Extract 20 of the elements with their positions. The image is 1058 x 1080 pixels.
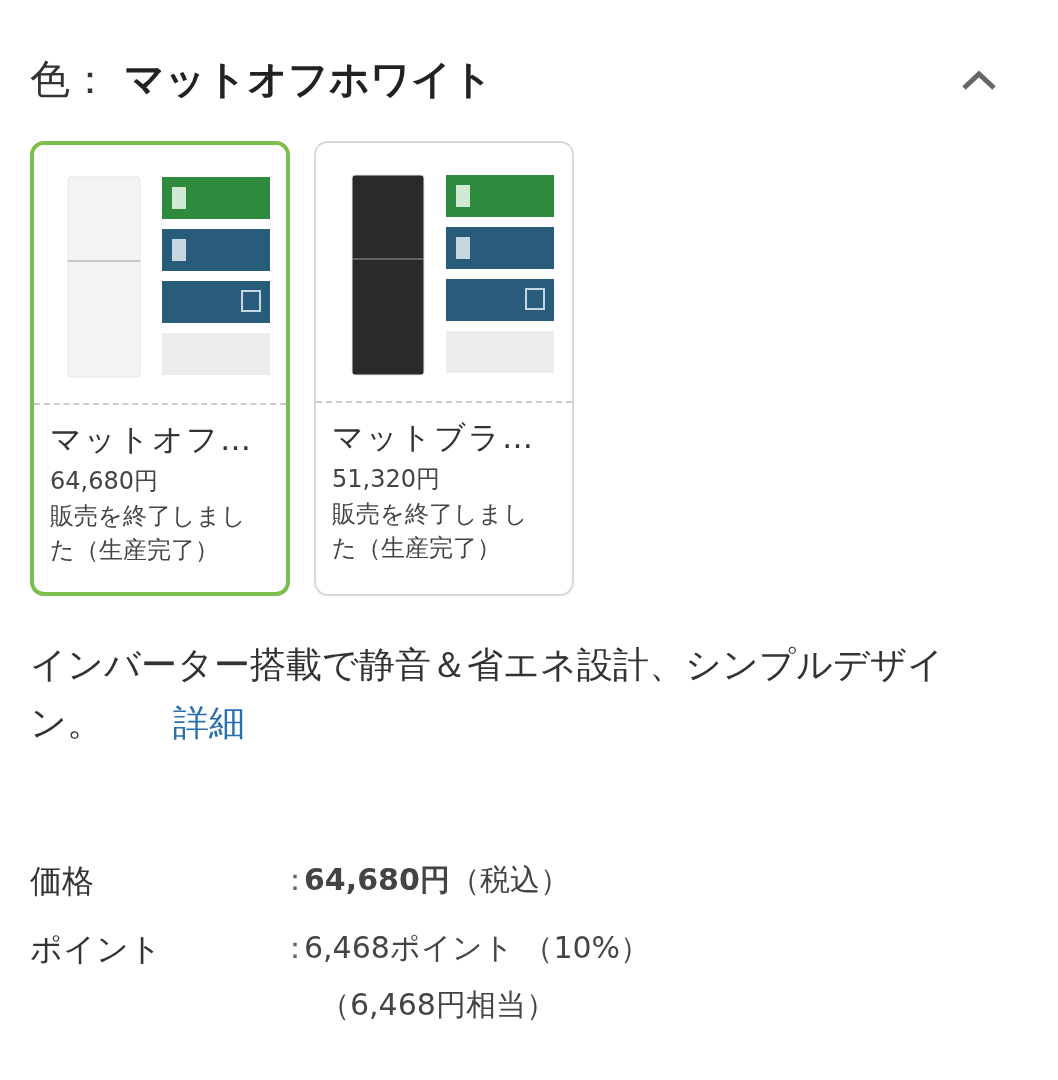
color-label: 色：	[30, 56, 110, 102]
spec-value: 64,680円（税込）	[304, 861, 570, 899]
selected-color: マットオフホワイト	[124, 56, 493, 102]
description: インバーター搭載で静音＆省エネ設計、シンプルデザイン。 詳細	[30, 643, 945, 745]
price: 64,680円	[50, 466, 159, 497]
color-option-card[interactable]: マットオフ… 64,680円 販売を終了しました（生産完了）	[30, 141, 290, 596]
sale-status: 販売を終了しました（生産完了）	[332, 499, 529, 564]
price: 51,320円	[332, 464, 441, 495]
spec-label: ポイント	[30, 929, 163, 970]
spec-value: 6,468ポイント （10%）	[304, 929, 651, 967]
sale-status: 販売を終了しました（生産完了）	[50, 501, 247, 566]
color-option-card[interactable]: マットブラ… 51,320円 販売を終了しました（生産完了）	[314, 141, 574, 596]
colon: ：	[280, 929, 304, 967]
color-name: マットブラ…	[332, 418, 536, 457]
collapse-icon[interactable]	[960, 68, 998, 91]
spec-value: （6,468円相当）	[319, 986, 557, 1024]
colon: ：	[280, 861, 304, 899]
color-name: マットオフ…	[50, 420, 254, 459]
details-link[interactable]: 詳細	[173, 702, 245, 743]
spec-label: 価格	[30, 861, 95, 902]
